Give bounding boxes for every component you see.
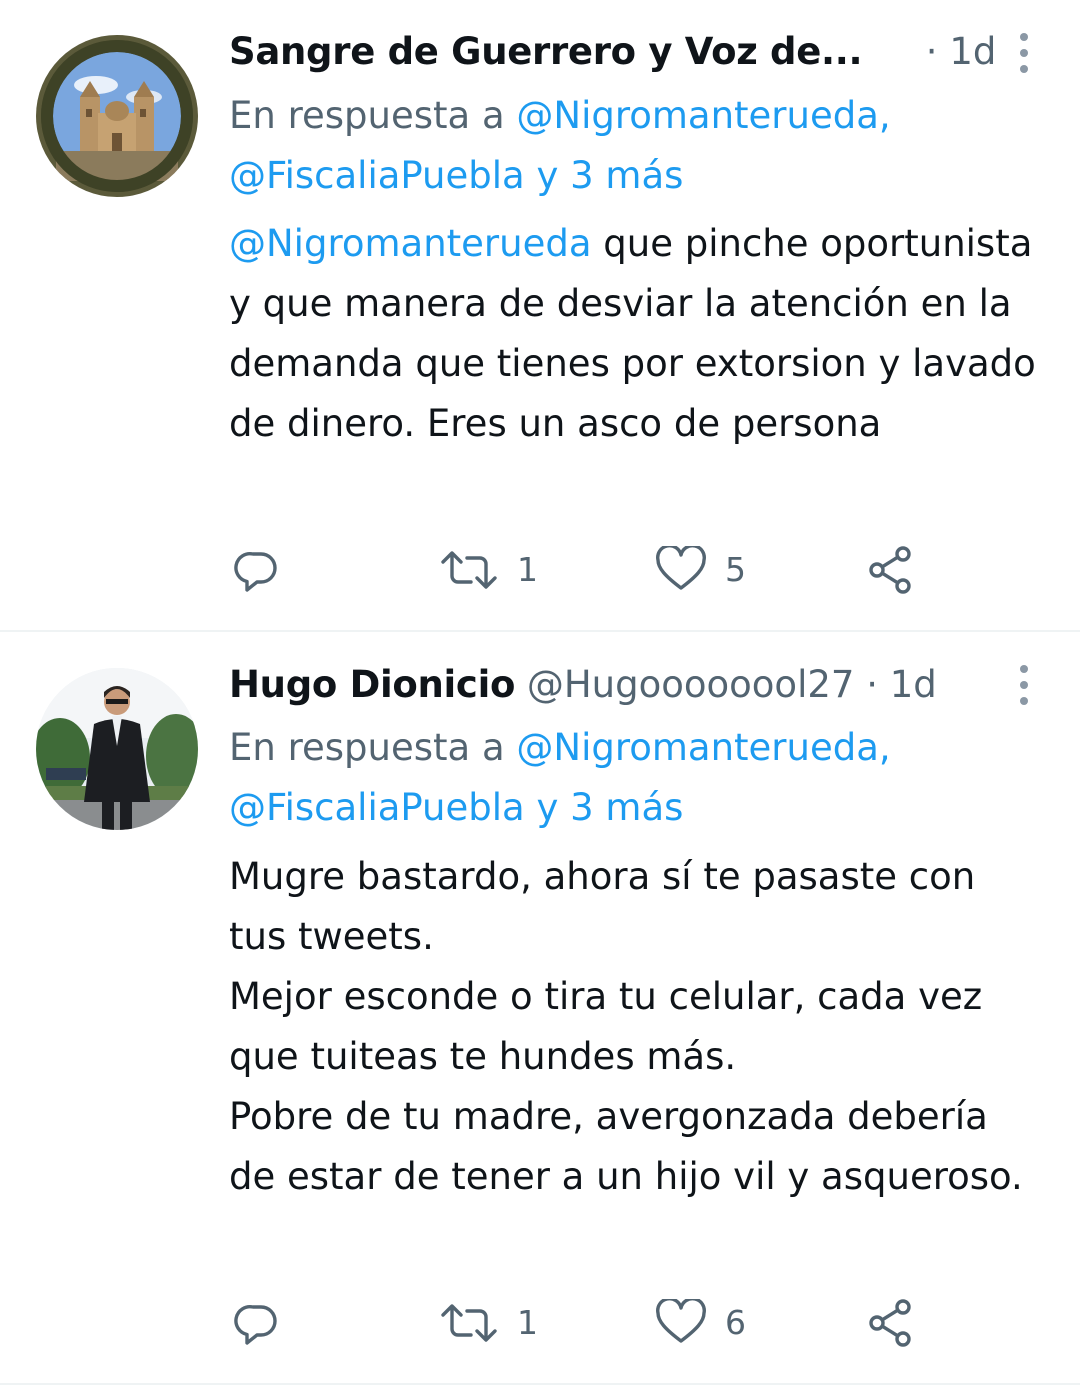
tweet-header: Sangre de Guerrero y Voz de... · 1d <box>229 27 996 77</box>
reply-others-link[interactable]: @FiscaliaPuebla y 3 más <box>229 786 683 829</box>
author-name[interactable]: Sangre de Guerrero y Voz de... <box>229 27 862 77</box>
more-options-icon[interactable] <box>1012 33 1036 73</box>
like-icon <box>656 546 706 590</box>
reply-mention-link[interactable]: @Nigromanterueda, <box>516 94 890 137</box>
author-handle[interactable]: @Hugoooooool27 <box>527 663 855 706</box>
tweet-actions: 1 6 <box>229 1295 949 1351</box>
reply-icon <box>234 551 277 592</box>
retweet-button[interactable]: 1 <box>439 1295 538 1351</box>
reply-button[interactable] <box>233 542 281 598</box>
tweet-text-line: Pobre de tu madre, avergonzada debería d… <box>229 1095 1023 1198</box>
tweet[interactable]: Hugo Dionicio @Hugoooooool27 · 1d En res… <box>0 632 1080 1384</box>
tweet-actions: 1 5 <box>229 542 949 598</box>
share-button[interactable] <box>865 542 917 598</box>
retweet-count: 1 <box>517 550 538 589</box>
share-icon <box>869 1299 911 1347</box>
tweet-text-line: Mugre bastardo, ahora sí te pasaste con … <box>229 855 976 958</box>
reply-mention-link[interactable]: @Nigromanterueda, <box>516 726 890 769</box>
tweet-text: @Nigromanterueda que pinche oportunista … <box>229 214 1044 454</box>
mention-link[interactable]: @Nigromanterueda <box>229 222 592 265</box>
reply-context: En respuesta a @Nigromanterueda, @Fiscal… <box>229 86 1040 206</box>
retweet-icon <box>441 551 497 589</box>
tweet[interactable]: Sangre de Guerrero y Voz de... · 1d En r… <box>0 0 1080 630</box>
like-count: 5 <box>725 550 746 589</box>
author-name[interactable]: Hugo Dionicio <box>229 663 515 706</box>
separator-dot: · <box>925 30 938 73</box>
like-button[interactable]: 6 <box>655 1295 746 1351</box>
tweet-text-line: Mejor esconde o tira tu celular, cada ve… <box>229 975 983 1078</box>
like-icon <box>656 1299 706 1343</box>
more-options-icon[interactable] <box>1012 665 1036 705</box>
tweet-text: Mugre bastardo, ahora sí te pasaste con … <box>229 847 1044 1207</box>
avatar[interactable] <box>36 35 198 197</box>
tweet-header: Hugo Dionicio @Hugoooooool27 · 1d <box>229 660 970 710</box>
share-icon <box>869 546 911 594</box>
like-count: 6 <box>725 1303 746 1342</box>
separator-dot: · <box>866 663 878 706</box>
timestamp[interactable]: 1d <box>949 30 996 73</box>
timestamp[interactable]: 1d <box>890 663 937 706</box>
cathedral-avatar-icon <box>36 35 198 197</box>
reply-icon <box>234 1304 277 1345</box>
like-button[interactable]: 5 <box>655 542 746 598</box>
reply-button[interactable] <box>233 1295 281 1351</box>
reply-prefix: En respuesta a <box>229 726 505 769</box>
retweet-count: 1 <box>517 1303 538 1342</box>
share-button[interactable] <box>865 1295 917 1351</box>
tweet-divider <box>0 1383 1080 1385</box>
reply-prefix: En respuesta a <box>229 94 505 137</box>
reply-context: En respuesta a @Nigromanterueda, @Fiscal… <box>229 718 1040 838</box>
reply-others-link[interactable]: @FiscaliaPuebla y 3 más <box>229 154 683 197</box>
retweet-icon <box>441 1304 497 1342</box>
avatar[interactable] <box>36 668 198 830</box>
retweet-button[interactable]: 1 <box>439 542 538 598</box>
man-in-suit-avatar-icon <box>36 668 198 830</box>
